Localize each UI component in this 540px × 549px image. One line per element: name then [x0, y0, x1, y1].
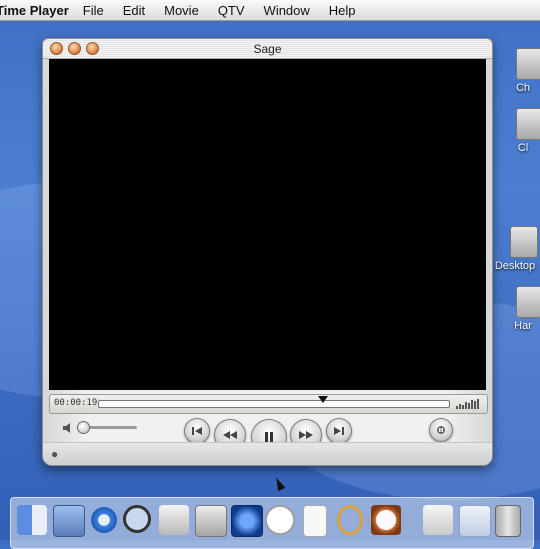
window-title: Sage	[253, 42, 282, 56]
menu-window[interactable]: Window	[264, 3, 310, 18]
folder-icon	[510, 226, 538, 258]
monitor-icon[interactable]	[195, 505, 227, 537]
go-to-end-button[interactable]	[326, 418, 352, 444]
document-icon[interactable]	[303, 505, 327, 537]
skip-back-icon	[192, 427, 202, 435]
quicktime-icon[interactable]	[231, 505, 263, 537]
drawer-icon	[437, 426, 445, 434]
controls-drawer-button[interactable]	[429, 418, 453, 442]
folder-icon[interactable]	[459, 505, 491, 537]
skip-forward-icon	[334, 427, 344, 435]
hard-drive-icon	[516, 286, 540, 318]
timecode: 00:00:19	[54, 398, 98, 408]
menu-edit[interactable]: Edit	[123, 3, 145, 18]
go-to-start-button[interactable]	[184, 418, 210, 444]
app-menu[interactable]: Time Player	[0, 3, 69, 18]
sherlock-ring-icon[interactable]	[337, 505, 363, 535]
desktop-icon-label: Ch	[515, 82, 531, 94]
apple-icon[interactable]	[159, 505, 189, 535]
menu-movie[interactable]: Movie	[164, 3, 199, 18]
menu-file[interactable]: File	[83, 3, 104, 18]
window-bottom-bar: ●	[43, 442, 492, 465]
playhead-handle[interactable]	[318, 396, 328, 403]
trash-icon[interactable]	[495, 505, 521, 537]
desktop-icon-desktop[interactable]: Desktop	[490, 226, 540, 272]
hard-drive-icon	[516, 108, 540, 140]
rewind-icon	[223, 431, 237, 439]
desktop-icon-drive-1[interactable]: Ch	[500, 48, 540, 94]
fast-forward-icon	[299, 431, 313, 439]
desktop-icon-drive-3[interactable]: Har	[500, 286, 540, 332]
desktop-icon-label: Har	[514, 320, 532, 332]
hard-drive-icon	[516, 48, 540, 80]
desktop-icon-label: Desktop	[494, 260, 536, 272]
sound-level-meter-icon	[456, 399, 479, 409]
desktop-icon-drive-2[interactable]: Cl	[500, 108, 540, 154]
video-area[interactable]	[49, 59, 486, 390]
volume-knob[interactable]	[77, 421, 90, 434]
photo-icon[interactable]	[53, 505, 85, 537]
dock	[10, 497, 534, 549]
menu-bar: Time Player File Edit Movie QTV Window H…	[0, 0, 540, 21]
apple-logo-icon: ●	[51, 447, 59, 461]
speaker-icon	[63, 423, 70, 433]
sherlock-icon[interactable]	[123, 505, 151, 533]
mouse-cursor-icon	[272, 475, 286, 492]
scrubber-track[interactable]	[98, 396, 450, 408]
finder-icon[interactable]	[17, 505, 47, 535]
window-titlebar[interactable]: Sage	[43, 39, 492, 59]
volume-slider[interactable]	[77, 421, 137, 434]
internet-explorer-icon[interactable]	[89, 505, 119, 535]
clock-icon[interactable]	[265, 505, 295, 535]
desktop-icon-label: Cl	[517, 142, 529, 154]
menu-help[interactable]: Help	[329, 3, 356, 18]
movie-window: Sage 00:00:19 ●	[42, 38, 493, 466]
mail-icon[interactable]	[423, 505, 453, 535]
time-display: 00:00:19	[49, 394, 488, 414]
menu-qtv[interactable]: QTV	[218, 3, 245, 18]
timer-icon[interactable]	[371, 505, 401, 535]
